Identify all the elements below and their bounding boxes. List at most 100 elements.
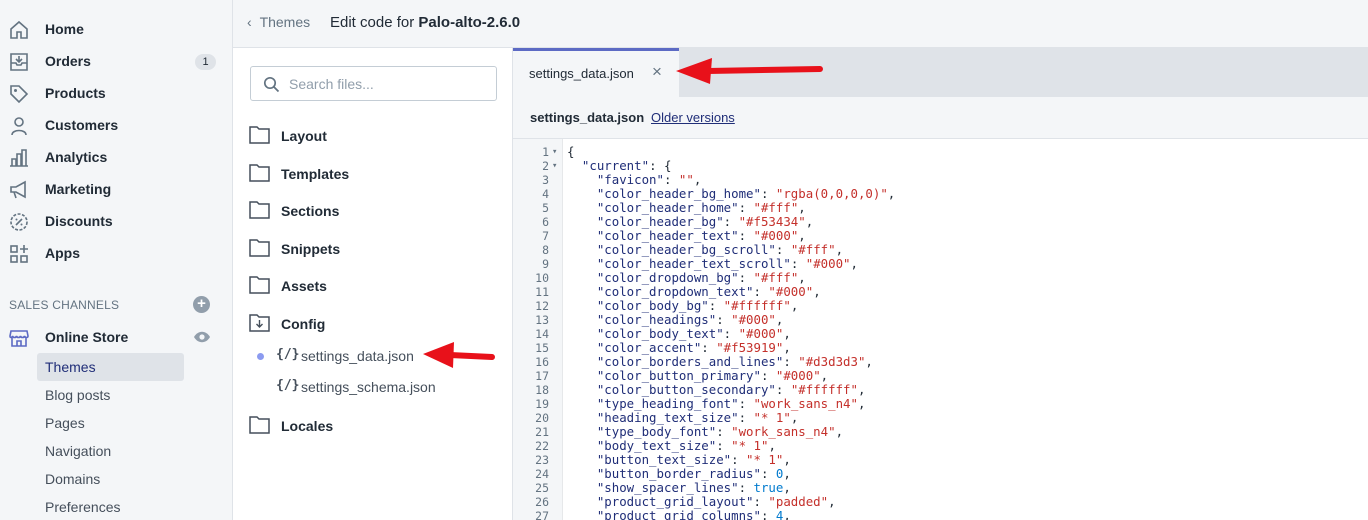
- store-icon: [9, 330, 29, 347]
- sub-item-pages[interactable]: Pages: [37, 409, 184, 437]
- folder-icon: [249, 239, 270, 257]
- code-line: "heading_text_size": "* 1",: [596, 410, 799, 425]
- line-number: 20: [535, 411, 549, 425]
- code-line: "type_heading_font": "work_sans_n4",: [596, 396, 866, 411]
- folder-icon: [249, 164, 270, 182]
- line-number: 8: [542, 243, 549, 257]
- megaphone-icon: [10, 180, 26, 199]
- code-file-icon: {/}: [276, 378, 300, 393]
- code-line: "show_spacer_lines": true,: [596, 480, 791, 495]
- code-line: "button_border_radius": 0,: [596, 466, 791, 481]
- folder-layout[interactable]: Layout: [249, 124, 499, 148]
- code-line: "color_body_text": "#000",: [596, 326, 791, 341]
- unsaved-dot-icon: [257, 353, 264, 360]
- apps-icon: [10, 245, 28, 263]
- line-number-gutter: 1 ▾ 2 ▾ 3 4 5 6 7 8 9 10 11 12 13 14 15 16 17 18 19 20 21 22 23 2…: [513, 139, 563, 520]
- file-info-bar: settings_data.json Older versions: [513, 97, 1368, 139]
- line-number: 2: [542, 159, 549, 173]
- code-line: "color_dropdown_bg": "#fff",: [596, 270, 806, 285]
- chevron-left-icon: ‹: [247, 14, 252, 30]
- code-line: "favicon": "",: [596, 172, 702, 187]
- code-line: "color_body_bg": "#ffffff",: [596, 298, 799, 313]
- search-files-input[interactable]: [289, 74, 489, 94]
- line-number: 1: [542, 145, 549, 159]
- nav-item-home[interactable]: Home: [0, 14, 233, 44]
- code-line: "button_text_size": "* 1",: [596, 452, 791, 467]
- file-settings-schema[interactable]: {/} settings_schema.json: [256, 377, 486, 399]
- line-number: 22: [535, 439, 549, 453]
- person-icon: [11, 117, 27, 136]
- annotation-arrow-tab: [676, 58, 823, 84]
- view-store-eye-icon[interactable]: [193, 330, 211, 344]
- search-files-box[interactable]: [250, 66, 497, 101]
- analytics-icon: [10, 149, 28, 167]
- code-line: "body_text_size": "* 1",: [596, 438, 776, 453]
- nav-item-orders[interactable]: Orders 1: [0, 46, 233, 76]
- folder-locales[interactable]: Locales: [249, 414, 499, 438]
- line-number: 3: [542, 173, 549, 187]
- back-to-themes-link[interactable]: ‹ Themes: [247, 14, 310, 30]
- line-number: 19: [535, 397, 549, 411]
- line-number: 12: [535, 299, 549, 313]
- code-line: "color_button_primary": "#000",: [596, 368, 829, 383]
- sub-item-blog-posts[interactable]: Blog posts: [37, 381, 184, 409]
- admin-sidebar: Home Orders 1 Products Customers Analyti…: [0, 0, 233, 520]
- line-number: 24: [535, 467, 549, 481]
- nav-item-analytics[interactable]: Analytics: [0, 142, 233, 172]
- folder-config[interactable]: Config: [249, 312, 499, 336]
- code-file-icon: {/}: [276, 347, 300, 362]
- sub-item-preferences[interactable]: Preferences: [37, 493, 184, 520]
- sub-item-themes[interactable]: Themes: [37, 353, 184, 381]
- fold-toggle-icon[interactable]: ▾: [552, 145, 557, 159]
- code-line: "color_button_secondary": "#ffffff",: [596, 382, 866, 397]
- code-line: "color_header_bg": "#f53434",: [596, 214, 814, 229]
- folder-snippets[interactable]: Snippets: [249, 237, 499, 261]
- folder-sections[interactable]: Sections: [249, 199, 499, 223]
- code-line: "color_dropdown_text": "#000",: [596, 284, 821, 299]
- line-number: 14: [535, 327, 549, 341]
- code-line: {: [567, 144, 575, 159]
- code-line: "color_accent": "#f53919",: [596, 340, 791, 355]
- line-number: 25: [535, 481, 549, 495]
- sub-item-domains[interactable]: Domains: [37, 465, 184, 493]
- folder-icon: [249, 201, 270, 219]
- nav-item-discounts[interactable]: Discounts: [0, 206, 233, 236]
- line-number: 15: [535, 341, 549, 355]
- folder-icon: [249, 126, 270, 144]
- line-number: 10: [535, 271, 549, 285]
- home-icon: [10, 20, 28, 39]
- line-number: 27: [535, 509, 549, 520]
- page-title: Edit code for Palo-alto-2.6.0: [330, 14, 521, 31]
- discount-icon: [10, 213, 28, 231]
- line-number: 11: [535, 285, 549, 299]
- annotation-arrow-file: [423, 342, 495, 368]
- line-number: 18: [535, 383, 549, 397]
- folder-assets[interactable]: Assets: [249, 274, 499, 298]
- add-sales-channel-icon[interactable]: +: [193, 296, 210, 313]
- tag-icon: [10, 85, 29, 104]
- folder-templates[interactable]: Templates: [249, 162, 499, 186]
- nav-item-customers[interactable]: Customers: [0, 110, 233, 140]
- current-file-name: settings_data.json: [530, 110, 645, 125]
- code-area[interactable]: 1 ▾ 2 ▾ 3 4 5 6 7 8 9 10 11 12 13 14 15 16 17 18 19 20 21 22 23 2…: [513, 139, 1368, 520]
- fold-toggle-icon[interactable]: ▾: [552, 159, 557, 173]
- orders-count-badge: 1: [195, 54, 216, 70]
- line-number: 7: [542, 229, 549, 243]
- sales-channels-title: SALES CHANNELS: [9, 298, 120, 312]
- code-line: "color_header_bg_scroll": "#fff",: [596, 242, 844, 257]
- older-versions-link[interactable]: Older versions: [651, 110, 735, 125]
- nav-item-apps[interactable]: Apps: [0, 238, 233, 268]
- code-line: "product_grid_columns": 4,: [596, 508, 791, 520]
- code-line: "color_header_bg_home": "rgba(0,0,0,0)",: [596, 186, 896, 201]
- sub-item-navigation[interactable]: Navigation: [37, 437, 184, 465]
- close-tab-icon[interactable]: ×: [652, 62, 662, 82]
- editor-tab-bar: settings_data.json ×: [513, 48, 1368, 97]
- nav-item-marketing[interactable]: Marketing: [0, 174, 233, 204]
- folder-open-icon: [249, 314, 270, 332]
- code-line: "color_borders_and_lines": "#d3d3d3",: [596, 354, 873, 369]
- nav-item-products[interactable]: Products: [0, 78, 233, 108]
- line-number: 17: [535, 369, 549, 383]
- tab-settings-data[interactable]: settings_data.json ×: [513, 48, 679, 97]
- orders-icon: [10, 53, 28, 71]
- code-line: "type_body_font": "work_sans_n4",: [596, 424, 844, 439]
